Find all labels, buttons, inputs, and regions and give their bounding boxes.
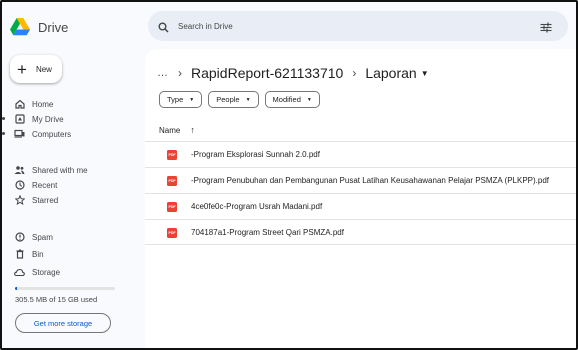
file-row[interactable]: PDF -Program Eksplorasi Sunnah 2.0.pdf [145,141,578,167]
pdf-file-icon: PDF [167,150,177,160]
sort-arrow-up-icon[interactable]: ↑ [190,125,195,135]
sidebar-item-label: Bin [32,249,44,259]
sidebar-item-bin[interactable]: Bin [0,246,140,262]
plus-icon: + [17,59,27,79]
filter-chips: Type ▼ People ▼ Modified ▼ [159,91,320,108]
sidebar-item-shared[interactable]: Shared with me [0,162,140,178]
sidebar-item-label: Recent [32,180,58,190]
sidebar: Drive + New Home My Drive Computers Shar… [0,0,145,350]
file-name: 704187a1-Program Street Qari PSMZA.pdf [191,227,344,237]
file-list: PDF -Program Eksplorasi Sunnah 2.0.pdf P… [145,141,578,245]
sidebar-item-label: Shared with me [32,165,88,175]
expand-dot-icon[interactable] [2,117,5,120]
expand-dot-icon[interactable] [2,132,5,135]
get-more-storage-button[interactable]: Get more storage [15,313,111,333]
sidebar-item-label: Starred [32,195,59,205]
breadcrumb: … › RapidReport-621133710 › Laporan ▼ [157,65,429,81]
sidebar-item-recent[interactable]: Recent [0,177,140,193]
breadcrumb-separator: › [178,66,182,80]
filter-type-button[interactable]: Type ▼ [159,91,203,108]
breadcrumb-item-rapidreport[interactable]: RapidReport-621133710 [191,65,343,81]
star-icon [14,195,25,206]
breadcrumb-item-laporan[interactable]: Laporan [365,65,416,81]
breadcrumb-overflow-button[interactable]: … [157,67,169,79]
name-column-header[interactable]: Name ↑ [159,125,195,135]
cloud-icon [14,267,25,278]
home-icon [14,99,25,110]
sidebar-item-computers[interactable]: Computers [0,126,140,142]
pdf-file-icon: PDF [167,228,177,238]
filter-people-button[interactable]: People ▼ [208,91,259,108]
sidebar-item-label: Storage [32,267,61,277]
breadcrumb-separator: › [352,66,357,80]
main-content: … › RapidReport-621133710 › Laporan ▼ Ty… [145,49,578,350]
new-button-label: New [35,64,52,74]
pdf-file-icon: PDF [167,202,177,212]
filter-type-label: Type [167,95,184,104]
search-icon[interactable] [158,20,169,38]
pdf-file-icon: PDF [167,176,177,186]
new-button[interactable]: + New [10,55,62,83]
sidebar-item-storage[interactable]: Storage [0,264,140,280]
sidebar-item-spam[interactable]: Spam [0,229,140,245]
chevron-down-icon: ▼ [189,96,195,103]
search-bar[interactable]: Search in Drive [148,11,568,41]
storage-usage-bar [15,287,115,290]
chevron-down-icon[interactable]: ▼ [421,69,429,78]
storage-usage-fill [15,287,17,290]
sidebar-item-label: Computers [32,129,72,139]
my-drive-icon [14,114,25,125]
file-row[interactable]: PDF -Program Penubuhan dan Pembangunan P… [145,167,578,193]
file-row[interactable]: PDF 704187a1-Program Street Qari PSMZA.p… [145,219,578,245]
file-name: -Program Penubuhan dan Pembangunan Pusat… [191,176,550,185]
chevron-down-icon: ▼ [306,96,312,103]
sidebar-item-label: My Drive [32,114,64,124]
shared-icon [14,165,25,176]
chevron-down-icon: ▼ [245,96,251,103]
drive-logo[interactable]: Drive [10,18,68,36]
file-name: -Program Eksplorasi Sunnah 2.0.pdf [191,150,320,159]
search-input[interactable]: Search in Drive [178,22,233,31]
file-row[interactable]: PDF 4ce0fe0c-Program Usrah Madani.pdf [145,193,578,219]
app-name: Drive [38,19,69,35]
name-column-label: Name [159,125,181,135]
sidebar-item-my-drive[interactable]: My Drive [0,111,140,127]
filter-modified-label: Modified [272,95,301,104]
bin-icon [14,249,25,260]
recent-icon [14,180,25,191]
file-name: 4ce0fe0c-Program Usrah Madani.pdf [191,202,323,211]
computers-icon [14,129,25,140]
sidebar-item-starred[interactable]: Starred [0,192,140,208]
search-options-icon[interactable] [540,20,552,38]
sidebar-item-label: Home [32,99,54,109]
drive-logo-icon [10,18,30,36]
sidebar-item-home[interactable]: Home [0,96,140,112]
sidebar-item-label: Spam [32,232,53,242]
storage-usage-text: 305.5 MB of 15 GB used [15,295,98,304]
spam-icon [14,232,25,243]
filter-people-label: People [216,95,240,104]
filter-modified-button[interactable]: Modified ▼ [264,91,320,108]
